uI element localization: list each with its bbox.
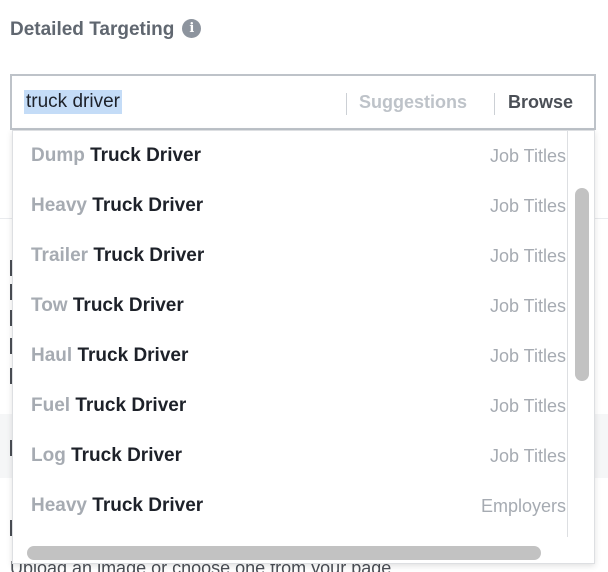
detailed-targeting-search[interactable]: truck driver Suggestions Browse: [10, 74, 596, 130]
results-list: Dump Truck Driver Job Titles Heavy Truck…: [13, 131, 568, 537]
vertical-scrollbar-thumb[interactable]: [575, 188, 589, 381]
result-prefix: Tow: [31, 295, 68, 316]
section-title: Detailed Targeting i: [10, 18, 202, 41]
result-item[interactable]: Tow Truck Driver Job Titles: [13, 281, 568, 331]
result-title: Truck Driver: [90, 145, 202, 166]
result-item[interactable]: Heavy Truck Driver Employers: [13, 481, 568, 531]
results-dropdown: Dump Truck Driver Job Titles Heavy Truck…: [12, 130, 595, 564]
result-category: Job Titles: [489, 145, 566, 166]
result-title: Truck Driver: [75, 395, 187, 416]
detailed-targeting-title: Detailed Targeting: [10, 19, 175, 40]
result-title: Truck Driver: [77, 345, 189, 366]
result-category: Job Titles: [489, 295, 566, 316]
result-item[interactable]: Fuel Truck Driver Job Titles: [13, 381, 568, 431]
result-category: Employers: [480, 495, 566, 516]
result-item[interactable]: Trailer Truck Driver Job Titles: [13, 231, 568, 281]
result-item[interactable]: Dump Truck Driver Job Titles: [13, 131, 568, 181]
tab-separator: [346, 93, 347, 115]
result-title: Truck Driver: [92, 195, 204, 216]
result-category: Job Titles: [489, 345, 566, 366]
result-prefix: Haul: [31, 345, 73, 366]
search-input[interactable]: truck driver: [24, 90, 122, 114]
tab-suggestions[interactable]: Suggestions: [359, 92, 467, 113]
result-category: Job Titles: [489, 395, 566, 416]
tab-browse[interactable]: Browse: [508, 92, 573, 113]
result-prefix: Heavy: [31, 495, 87, 516]
result-item[interactable]: Haul Truck Driver Job Titles: [13, 331, 568, 381]
result-prefix: Trailer: [31, 245, 89, 266]
result-title: Truck Driver: [92, 495, 204, 516]
result-title: Truck Driver: [93, 245, 205, 266]
tab-separator: [494, 93, 495, 115]
result-item[interactable]: Log Truck Driver Job Titles: [13, 431, 568, 481]
info-icon[interactable]: i: [182, 18, 202, 38]
result-prefix: Log: [31, 445, 66, 466]
result-category: Job Titles: [489, 445, 566, 466]
result-title: Truck Driver: [71, 445, 183, 466]
result-title: Truck Driver: [72, 295, 184, 316]
horizontal-scrollbar-thumb[interactable]: [27, 546, 541, 560]
result-category: Job Titles: [489, 245, 566, 266]
result-prefix: Heavy: [31, 195, 87, 216]
result-item[interactable]: Heavy Truck Driver Job Titles: [13, 181, 568, 231]
result-prefix: Dump: [31, 145, 85, 166]
result-category: Job Titles: [489, 195, 566, 216]
result-prefix: Fuel: [31, 395, 71, 416]
